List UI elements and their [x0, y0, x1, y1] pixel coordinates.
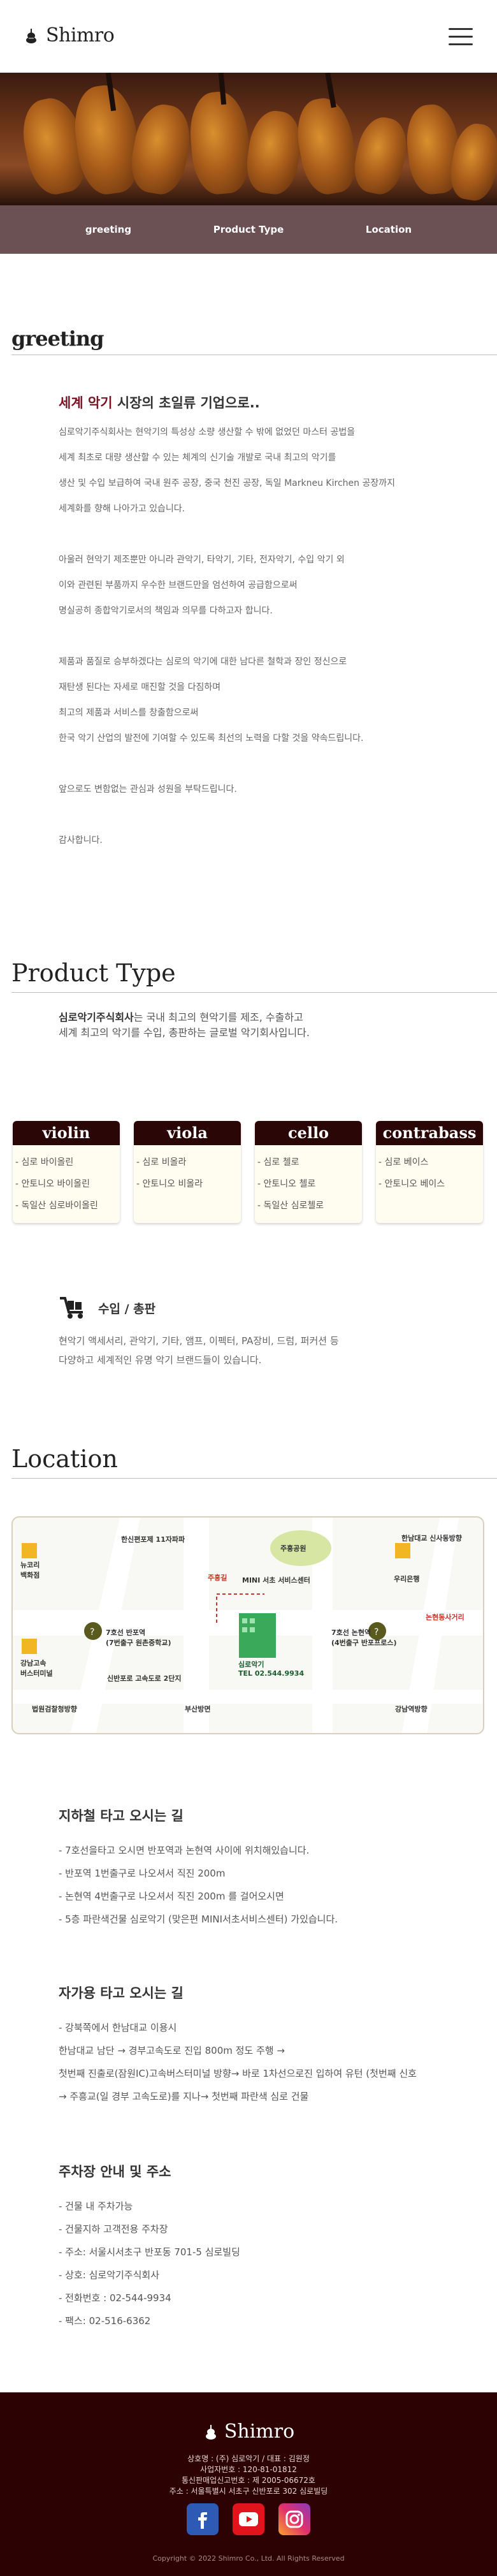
violin-logo-icon — [26, 28, 36, 43]
company-info: 상호명 : (주) 심로악기 / 대표 : 김원정 사업자번호 : 120-81… — [169, 2454, 328, 2496]
map-label: 우리은행 — [394, 1575, 420, 1583]
map-label: 신반포로 고속도로 2단지 — [107, 1674, 182, 1683]
svg-text:?: ? — [90, 1627, 94, 1637]
nav-product-type[interactable]: Product Type — [178, 224, 319, 235]
import-title: 수입 / 총판 — [98, 1301, 156, 1316]
section-nav: greeting Product Type Location — [0, 205, 497, 254]
list-item: → 주흥교(일 경부 고속도로)를 지나→ 첫번째 파란색 심로 건물 — [59, 2091, 309, 2102]
list-item: - 안토니오 비올라 — [136, 1179, 203, 1189]
list-item: - 강북쪽에서 한남대교 이용시 — [59, 2022, 177, 2033]
map-label: 한신편포제 11자파파 — [121, 1535, 185, 1544]
map-roads: ? ? — [13, 1518, 483, 1733]
greeting-lead: 세계 악기 시장의 초일류 기업으로.. — [59, 395, 260, 411]
violin-logo-icon — [205, 2424, 216, 2440]
list-item: - 심로 첼로 — [257, 1157, 299, 1167]
greeting-paragraph: 아울러 현악기 제조뿐만 아니라 관악기, 타악기, 기타, 전자악기, 수입 … — [59, 555, 345, 616]
greeting-paragraph: 심로악기주식회사는 현악기의 특성상 소량 생산할 수 밖에 없었던 마스터 공… — [59, 427, 395, 514]
greeting-paragraph: 제품과 품질로 승부하겠다는 심로의 악기에 대한 남다른 철학과 장인 정신으… — [59, 657, 364, 743]
list-item: 첫번째 진출로(잠원IC)고속버스터미널 방향→ 바로 1차선으로진 입하여 유… — [59, 2068, 417, 2079]
import-section: 수입 / 총판 현악기 액세서리, 관악기, 기타, 앰프, 이펙터, PA장비… — [59, 1296, 466, 1370]
site-footer: Shimro 상호명 : (주) 심로악기 / 대표 : 김원정 사업자번호 :… — [0, 2392, 497, 2576]
map-label: 주흥공원 — [280, 1544, 306, 1553]
map-label: MINI 서초 서비스센터 — [242, 1576, 310, 1584]
list-item: - 심로 바이올린 — [15, 1157, 74, 1167]
list-item: - 독일산 심로바이올린 — [15, 1201, 98, 1211]
list-item: - 논현역 4번출구로 나오셔서 직진 200m 를 걸어오시면 — [59, 1891, 284, 1902]
greeting-body: 세계 악기 시장의 초일류 기업으로.. 심로악기주식회사는 현악기의 특성상 … — [59, 390, 454, 853]
instagram-icon[interactable] — [278, 2503, 310, 2535]
list-item: 한남대교 남단 → 경부고속도로 진입 800m 정도 주행 → — [59, 2045, 285, 2056]
map-label: 주흥길 — [208, 1574, 227, 1582]
divider — [11, 992, 497, 993]
map-label: 법원검찰청방향 — [32, 1705, 77, 1713]
facebook-icon[interactable] — [187, 2503, 219, 2535]
list-item: - 팩스: 02-516-6362 — [59, 2315, 151, 2327]
list-item: - 안토니오 베이스 — [378, 1179, 445, 1189]
greeting-title: greeting — [11, 326, 104, 351]
parking-info: 주차장 안내 및 주소 - 건물 내 주차가능 - 건물지하 고객전용 주차장 … — [59, 2162, 479, 2332]
site-header: Shimro — [0, 0, 497, 73]
divider — [11, 1478, 497, 1479]
logo-text: Shimro — [46, 24, 115, 47]
map-label: 강남고속 버스터미널 — [20, 1659, 53, 1678]
product-type-title: Product Type — [11, 959, 176, 987]
footer-logo[interactable]: Shimro — [0, 2420, 497, 2443]
list-item: - 7호선을타고 오시면 반포역과 논현역 사이에 위치해있습니다. — [59, 1845, 310, 1856]
map-label: 강남역방향 — [395, 1705, 428, 1713]
product-card-cello: cello - 심로 첼로 - 안토니오 첼로 - 독일산 심로첼로 — [255, 1121, 362, 1223]
location-title: Location — [11, 1445, 118, 1473]
hero-image — [0, 73, 497, 205]
cart-icon — [60, 1297, 83, 1319]
location-map[interactable]: ? ? 한신편포제 11자파파 주흥공원 한남대교 신사동방향 주흥길 MINI… — [11, 1516, 484, 1734]
nav-greeting[interactable]: greeting — [38, 224, 178, 235]
list-item: - 안토니오 첼로 — [257, 1179, 316, 1189]
list-item: - 주소: 서울시서초구 반포동 701-5 심로빌딩 — [59, 2246, 240, 2258]
social-links — [0, 2503, 497, 2535]
map-label: 부산방면 — [185, 1705, 211, 1713]
car-directions: 자가용 타고 오시는 길 - 강북쪽에서 한남대교 이용시 한남대교 남단 → … — [59, 1983, 479, 2108]
map-label: 7호선 논현역 (4번출구 반포프로스) — [331, 1628, 397, 1647]
greeting-paragraph: 앞으로도 변함없는 관심과 성원을 부탁드립니다. — [59, 784, 237, 794]
youtube-icon[interactable] — [233, 2503, 264, 2535]
product-card-viola: viola - 심로 비올라 - 안토니오 비올라 — [134, 1121, 241, 1223]
map-label: 뉴코리 백화점 — [20, 1561, 40, 1579]
menu-icon[interactable] — [449, 28, 473, 46]
product-intro: 심로악기주식회사는 국내 최고의 현악기를 제조, 수출하고 세계 최고의 악기… — [59, 1011, 310, 1039]
list-item: - 독일산 심로첼로 — [257, 1201, 324, 1211]
list-item: - 심로 비올라 — [136, 1157, 187, 1167]
map-label: 논현동사거리 — [426, 1613, 465, 1621]
subway-directions: 지하철 타고 오시는 길 - 7호선을타고 오시면 반포역과 논현역 사이에 위… — [59, 1806, 479, 1931]
list-item: - 5층 파란색건물 심로악기 (맞은편 MINI서초서비스센터) 가있습니다. — [59, 1914, 338, 1925]
list-item: - 상호: 심로악기주식회사 — [59, 2269, 160, 2281]
list-item: - 안토니오 바이올린 — [15, 1179, 90, 1189]
copyright: Copyright © 2022 Shimro Co., Ltd. All Ri… — [152, 2554, 345, 2563]
product-card-contrabass: contrabass - 심로 베이스 - 안토니오 베이스 — [376, 1121, 483, 1223]
product-card-violin: violin - 심로 바이올린 - 안토니오 바이올린 - 독일산 심로바이올린 — [13, 1121, 120, 1223]
building-marker: 심로악기 TEL 02.544.9934 — [238, 1660, 305, 1678]
map-label: 한남대교 신사동방향 — [401, 1534, 462, 1542]
list-item: - 전화번호 : 02-544-9934 — [59, 2292, 171, 2304]
list-item: - 건물 내 주차가능 — [59, 2200, 133, 2212]
greeting-paragraph: 감사합니다. — [59, 835, 103, 845]
nav-location[interactable]: Location — [319, 224, 459, 235]
logo[interactable]: Shimro — [23, 24, 115, 47]
list-item: - 건물지하 고객전용 주차장 — [59, 2223, 168, 2235]
list-item: - 심로 베이스 — [378, 1157, 429, 1167]
list-item: - 반포역 1번출구로 나오셔서 직진 200m — [59, 1868, 226, 1879]
import-description: 현악기 액세서리, 관악기, 기타, 앰프, 이펙터, PA장비, 드럼, 퍼커… — [59, 1335, 339, 1366]
map-label: 7호선 반포역 (7번출구 원촌중학교) — [106, 1628, 171, 1647]
